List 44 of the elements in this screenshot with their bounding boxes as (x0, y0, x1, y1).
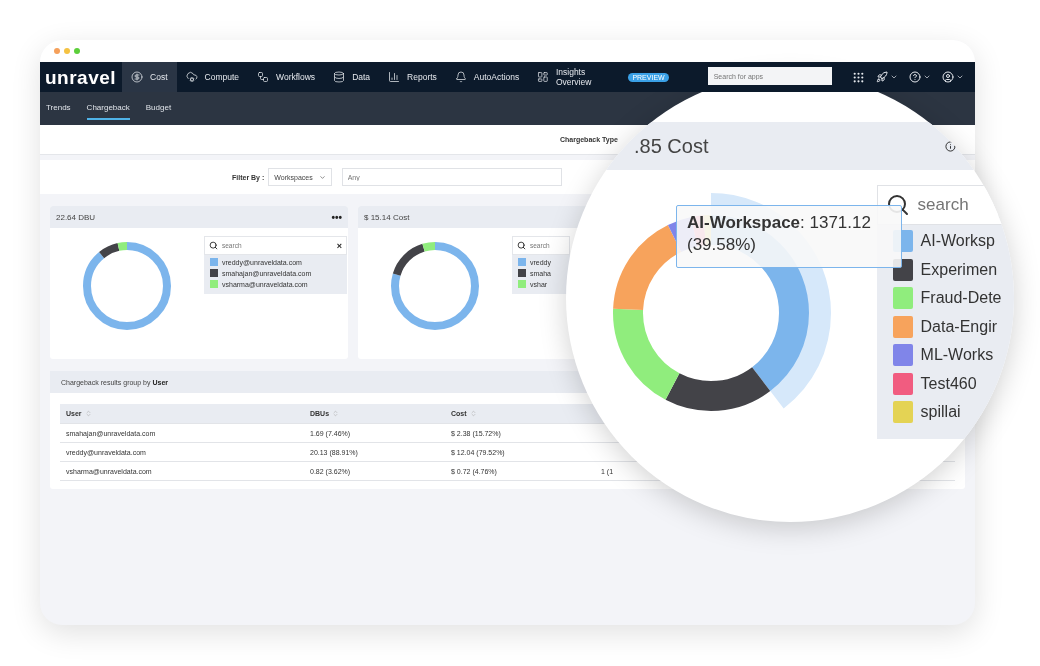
logo: unravel (44, 66, 118, 90)
nav-tab[interactable]: AutoActions (445, 62, 529, 92)
dollar-icon (131, 71, 144, 83)
info-icon[interactable] (945, 140, 956, 152)
nav-tab[interactable]: Compute (176, 62, 249, 92)
nav-tab[interactable]: Data (324, 62, 380, 92)
nav-tab[interactable]: Workflows (248, 62, 325, 92)
nav-tab[interactable]: Cost (122, 62, 177, 92)
help-icon[interactable] (909, 71, 921, 83)
search-icon (517, 241, 526, 250)
apps-grid-icon[interactable] (852, 70, 865, 84)
database-icon (333, 71, 346, 83)
legend-label[interactable]: spillai (920, 403, 961, 422)
caret-icon[interactable] (890, 73, 898, 81)
legend-label[interactable]: AI-Worksp (920, 232, 995, 251)
bar-chart-icon (388, 71, 401, 83)
search-icon (209, 241, 218, 250)
caret-icon (318, 173, 326, 181)
legend-label[interactable]: ML-Works (920, 346, 994, 365)
workflow-icon (257, 71, 270, 83)
card-title: 22.64 DBU (56, 212, 96, 222)
cloud-icon (185, 71, 198, 83)
caret-icon[interactable] (956, 73, 964, 81)
rocket-icon[interactable] (876, 71, 888, 83)
caret-icon[interactable] (923, 73, 931, 81)
user-icon[interactable] (942, 71, 954, 83)
sort-icon (469, 410, 477, 417)
more-menu[interactable]: ••• (331, 211, 342, 223)
legend-label[interactable]: Fraud-Dete (920, 289, 1002, 308)
nav-tab[interactable]: Reports (379, 62, 446, 92)
sub-nav-tab[interactable]: Budget (145, 97, 172, 120)
legend-label[interactable]: Experimen (920, 260, 998, 279)
dashboard-icon (537, 71, 549, 83)
tooltip-text: AI-Workspace: 1371.12 (39.58%) (687, 213, 871, 254)
sub-nav-tab[interactable]: Chargeback (86, 97, 130, 120)
card-title: .85 Cost (634, 134, 709, 158)
card-title: $ 15.14 Cost (364, 212, 410, 222)
bell-icon (454, 71, 467, 83)
legend-label[interactable]: Test460 (920, 374, 977, 393)
sub-nav-tab[interactable]: Trends (46, 97, 71, 120)
clear-button[interactable]: × (336, 240, 342, 251)
sort-icon (332, 410, 340, 417)
sort-icon (84, 410, 92, 417)
legend-label[interactable]: Data-Engir (920, 317, 998, 336)
